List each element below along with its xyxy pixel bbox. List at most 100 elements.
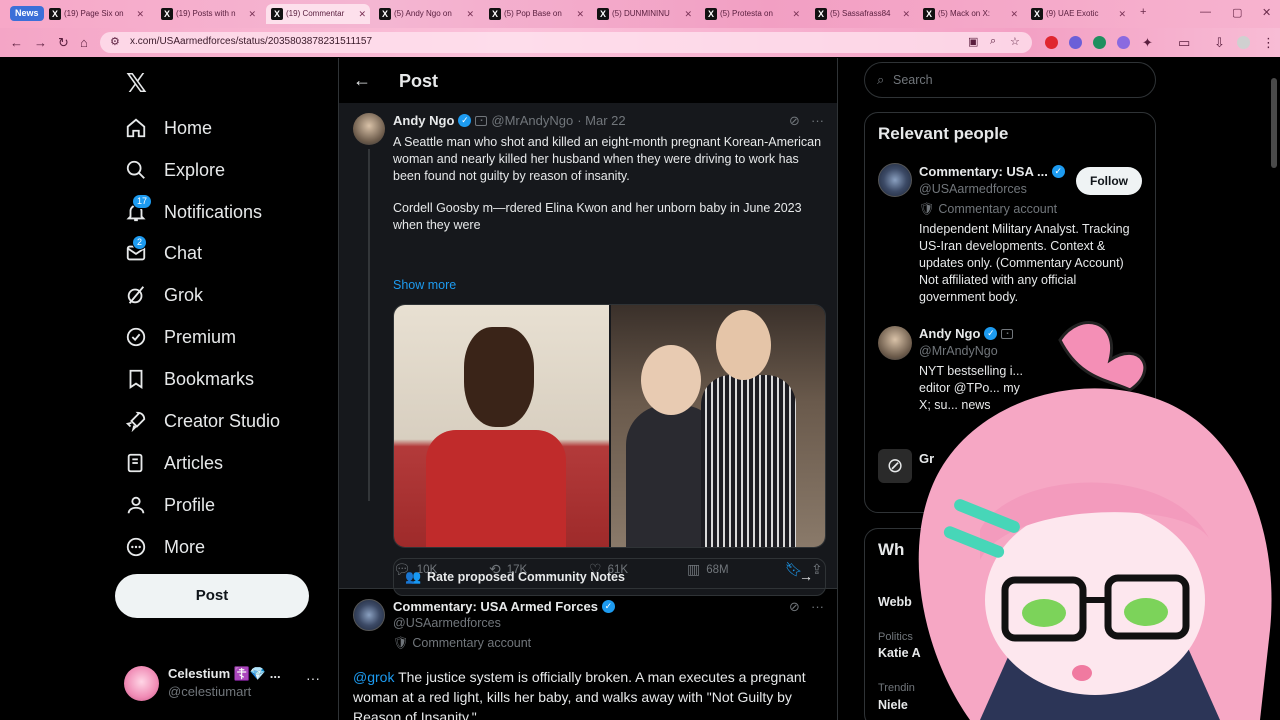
news-badge[interactable]: News: [10, 6, 44, 21]
nav-notifications[interactable]: 17 Notifications: [124, 194, 262, 227]
person-bio: NYT bestselling i... editor @TPo... my X…: [919, 364, 1023, 412]
post-media[interactable]: [393, 304, 826, 548]
follow-button[interactable]: Follow: [1076, 167, 1142, 195]
nav-home[interactable]: Home: [124, 113, 212, 143]
x-logo-icon[interactable]: 𝕏: [126, 68, 147, 99]
browser-tab[interactable]: X (9) UAE Exotic ✕: [1026, 4, 1130, 24]
browser-menu-icon[interactable]: ⋮: [1262, 35, 1275, 51]
person-name[interactable]: Commentary: USA ... ✓: [919, 164, 1065, 179]
person-name[interactable]: Gr: [919, 451, 934, 466]
post-text: A Seattle man who shot and killed an eig…: [393, 135, 822, 233]
browser-home-icon[interactable]: ⌂: [80, 35, 88, 50]
browser-tab[interactable]: X (5) DUNMININU ✕: [592, 4, 696, 24]
bookmark-button[interactable]: 🔖︎: [785, 561, 803, 578]
avatar[interactable]: [878, 163, 912, 197]
minimize-icon[interactable]: —: [1200, 6, 1211, 18]
post-handle: @USAarmedforces: [393, 616, 501, 630]
grok-icon[interactable]: ⊘: [789, 113, 800, 129]
post-author[interactable]: Andy Ngo ✓ ▪ @MrAndyNgo · Mar 22: [393, 113, 626, 128]
avatar[interactable]: [353, 113, 385, 145]
browser-tab[interactable]: X (5) Pop Base on ✕: [484, 4, 588, 24]
nav-profile[interactable]: Profile: [124, 490, 215, 520]
avatar[interactable]: [353, 599, 385, 631]
trend-item[interactable]: Niele: [878, 698, 908, 712]
account-switcher[interactable]: Celestium ☦️💎 ... @celestiumart ···: [124, 664, 334, 704]
trend-item[interactable]: Katie A: [878, 646, 921, 660]
bookmark-icon: [124, 367, 148, 391]
more-dots-icon[interactable]: ···: [306, 670, 320, 686]
maximize-icon[interactable]: ▢: [1232, 6, 1242, 19]
page-scrollbar[interactable]: [1270, 60, 1278, 720]
browser-tab[interactable]: X (5) Protesta on ✕: [700, 4, 804, 24]
browser-tab[interactable]: X (5) Sassafrass84 ✕: [810, 4, 914, 24]
more-dots-icon[interactable]: ···: [811, 599, 824, 614]
extension-icon[interactable]: [1069, 36, 1082, 49]
nav-articles[interactable]: Articles: [124, 448, 223, 478]
close-icon[interactable]: ✕: [684, 4, 692, 24]
avatar[interactable]: [878, 326, 912, 360]
grok-icon[interactable]: ⊘: [789, 599, 800, 615]
profile-avatar-icon[interactable]: [1237, 36, 1250, 49]
reply-button[interactable]: 💬︎ 10K: [393, 561, 437, 578]
url-field[interactable]: ⚙ x.com/USAarmedforces/status/2035803878…: [100, 32, 1032, 53]
mention-link[interactable]: @grok: [353, 669, 394, 685]
more-dots-icon[interactable]: ···: [811, 113, 824, 128]
nav-more[interactable]: More: [124, 532, 205, 562]
reload-icon[interactable]: ↻: [58, 35, 69, 51]
site-info-icon[interactable]: ⚙: [110, 35, 120, 48]
close-icon[interactable]: ✕: [466, 4, 474, 24]
window-close-icon[interactable]: ✕: [1262, 6, 1271, 19]
grammarly-icon[interactable]: [1093, 36, 1106, 49]
browser-tab[interactable]: X (5) Mack on X: ✕: [918, 4, 1022, 24]
show-more-link[interactable]: Show more: [393, 278, 456, 292]
close-icon[interactable]: ✕: [358, 4, 366, 24]
share-button[interactable]: ⇪: [811, 561, 823, 578]
nav-premium[interactable]: Premium: [124, 322, 236, 352]
grok-icon[interactable]: ⊘: [878, 449, 912, 483]
quoted-post[interactable]: Andy Ngo ✓ ▪ @MrAndyNgo · Mar 22 ⊘ ··· A…: [339, 103, 837, 596]
browser-tab-active[interactable]: X (19) Commentar ✕: [266, 4, 370, 24]
post-button[interactable]: Post: [115, 574, 309, 618]
photo-left[interactable]: [394, 305, 609, 547]
close-icon[interactable]: ✕: [1118, 4, 1126, 24]
close-icon[interactable]: ✕: [1010, 4, 1018, 24]
browser-tab[interactable]: X (19) Posts with n ✕: [156, 4, 260, 24]
post-author[interactable]: Commentary: USA Armed Forces ✓: [393, 599, 615, 614]
back-arrow-icon[interactable]: ←: [10, 35, 23, 50]
nav-grok[interactable]: Grok: [124, 280, 203, 310]
photo-right[interactable]: [611, 305, 825, 547]
nav-bookmarks[interactable]: Bookmarks: [124, 364, 254, 394]
new-tab-icon[interactable]: +: [1140, 6, 1146, 18]
close-icon[interactable]: ✕: [248, 4, 256, 24]
verified-icon: ✓: [984, 327, 998, 340]
browser-tab[interactable]: X (5) Andy Ngo on ✕: [374, 4, 478, 24]
nav-chat[interactable]: 2 Chat: [124, 235, 202, 268]
zoom-icon[interactable]: ⌕: [990, 35, 996, 48]
person-name[interactable]: Andy Ngo ✓ ▪: [919, 326, 1014, 341]
forward-arrow-icon[interactable]: →: [34, 35, 47, 50]
close-icon[interactable]: ✕: [792, 4, 800, 24]
repost-button[interactable]: ⟲ 17K: [489, 561, 527, 578]
downloads-icon[interactable]: ⇩: [1214, 35, 1225, 51]
nav-explore[interactable]: Explore: [124, 155, 225, 185]
like-button[interactable]: ♡ 61K: [589, 561, 628, 578]
back-arrow-icon[interactable]: ←: [353, 70, 371, 91]
nav-creator-studio[interactable]: Creator Studio: [124, 406, 280, 436]
page-title: Post: [399, 71, 439, 91]
opera-extension-icon[interactable]: [1045, 36, 1058, 49]
install-icon[interactable]: ▣: [968, 35, 978, 48]
close-icon[interactable]: ✕: [576, 4, 584, 24]
browser-tab[interactable]: X (19) Page Six on ✕: [44, 4, 148, 24]
scrollbar-thumb[interactable]: [1271, 78, 1277, 168]
search-input[interactable]: ⌕ Search: [864, 62, 1156, 98]
affiliation-badge-icon: ▪: [475, 115, 488, 126]
close-icon[interactable]: ✕: [902, 4, 910, 24]
trend-item[interactable]: Webb: [878, 595, 912, 609]
star-icon[interactable]: ☆: [1010, 35, 1020, 48]
sidebar-icon[interactable]: ▭: [1178, 35, 1190, 51]
puzzle-extensions-icon[interactable]: ✦: [1142, 35, 1153, 51]
views-button[interactable]: ▥ 68M: [687, 561, 729, 578]
extension-icon[interactable]: [1117, 36, 1130, 49]
reply-post[interactable]: Commentary: USA Armed Forces ✓ @USAarmed…: [339, 588, 837, 720]
close-icon[interactable]: ✕: [136, 4, 144, 24]
